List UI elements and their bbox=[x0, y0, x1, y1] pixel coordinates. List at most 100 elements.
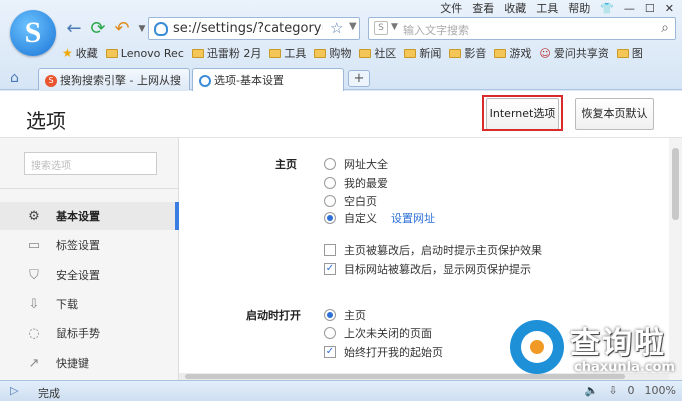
startup-option-last-session[interactable]: 上次未关闭的页面 bbox=[324, 325, 432, 341]
fav-folder-item[interactable]: 游戏 bbox=[494, 45, 531, 61]
radio-button[interactable] bbox=[324, 177, 336, 189]
homepage-tamper-check[interactable]: 主页被篡改后，启动时提示主页保护效果 bbox=[324, 242, 542, 258]
speaker-icon[interactable]: 🔈 bbox=[585, 384, 599, 397]
watermark-url: chaxunla.com bbox=[574, 360, 675, 375]
homepage-option-custom[interactable]: 自定义 设置网址 bbox=[324, 210, 435, 226]
fav-folder-item[interactable]: 新闻 bbox=[404, 45, 441, 61]
address-input[interactable]: se://settings/?category=gen bbox=[173, 21, 323, 36]
fav-folder-item[interactable]: 工具 bbox=[269, 45, 306, 61]
fav-folder-item[interactable]: 迅雷粉 2月 bbox=[191, 45, 261, 61]
check-label: 目标网站被篡改后，显示网页保护提示 bbox=[344, 263, 531, 276]
fav-folder-item[interactable]: 社区 bbox=[359, 45, 396, 61]
site-tamper-check[interactable]: ✓ 目标网站被篡改后，显示网页保护提示 bbox=[324, 261, 531, 277]
startup-option-homepage[interactable]: 主页 bbox=[324, 307, 366, 323]
checkbox[interactable] bbox=[324, 244, 336, 256]
chaxunla-watermark: 查询啦 chaxunla.com bbox=[510, 318, 680, 380]
sidebar-item-label: 鼠标手势 bbox=[56, 327, 100, 340]
address-dropdown-icon[interactable]: ▼ bbox=[349, 21, 357, 32]
sidebar-toggle-icon[interactable]: ▷ bbox=[10, 384, 18, 397]
status-right: 🔈 ⇩ 0 100% bbox=[585, 384, 676, 397]
highlight-box bbox=[482, 95, 563, 131]
fav-label: 图 bbox=[631, 47, 643, 60]
star-icon: ★ bbox=[62, 46, 73, 60]
option-label: 我的最爱 bbox=[344, 177, 388, 190]
sidebar-item-basic[interactable]: ⚙ 基本设置 bbox=[0, 202, 179, 230]
search-input[interactable]: 输入文字搜索 bbox=[403, 22, 469, 38]
sidebar-item-tabs[interactable]: ▭ 标签设置 bbox=[0, 231, 179, 259]
sidebar-item-mouse-gestures[interactable]: ◌ 鼠标手势 bbox=[0, 319, 179, 347]
bookmark-star-icon[interactable]: ☆ bbox=[330, 19, 343, 37]
radio-button[interactable] bbox=[324, 158, 336, 170]
fav-folder-item[interactable]: 图 bbox=[616, 45, 643, 61]
option-label: 上次未关闭的页面 bbox=[344, 327, 432, 340]
menu-view[interactable]: 查看 bbox=[472, 0, 494, 16]
checkbox[interactable]: ✓ bbox=[324, 263, 336, 275]
option-label: 主页 bbox=[344, 309, 366, 322]
shirt-icon[interactable]: 👕 bbox=[600, 2, 614, 15]
favorites-star-item[interactable]: ★ 收藏 bbox=[62, 45, 98, 61]
status-bar: ▷ 完成 🔈 ⇩ 0 100% bbox=[0, 380, 682, 401]
set-url-link[interactable]: 设置网址 bbox=[391, 210, 435, 226]
fav-label: 新闻 bbox=[419, 47, 442, 60]
startup-section-label: 启动时打开 bbox=[246, 309, 301, 322]
mouse-icon: ◌ bbox=[28, 325, 40, 341]
sogou-logo[interactable]: S bbox=[10, 10, 56, 56]
folder-icon bbox=[314, 48, 327, 58]
checkbox[interactable]: ✓ bbox=[324, 346, 336, 358]
menu-file[interactable]: 文件 bbox=[440, 0, 462, 16]
sidebar-item-download[interactable]: ⇩ 下载 bbox=[0, 290, 179, 318]
option-label: 空白页 bbox=[344, 195, 377, 208]
status-text: 完成 bbox=[38, 387, 60, 400]
menu-tools[interactable]: 工具 bbox=[536, 0, 558, 16]
search-engine-icon[interactable]: S bbox=[374, 21, 388, 35]
search-icon[interactable]: ⌕ bbox=[661, 20, 669, 36]
fav-folder-item[interactable]: 购物 bbox=[314, 45, 351, 61]
homepage-option-nav[interactable]: 网址大全 bbox=[324, 156, 388, 172]
restore-defaults-button[interactable]: 恢复本页默认 bbox=[575, 98, 654, 130]
folder-icon bbox=[191, 48, 204, 58]
refresh-icon[interactable]: ⟳ bbox=[88, 19, 108, 39]
minimize-button[interactable]: — bbox=[624, 2, 635, 15]
sidebar-item-label: 安全设置 bbox=[56, 269, 100, 282]
home-icon[interactable]: ⌂ bbox=[10, 70, 19, 86]
fav-label: 工具 bbox=[284, 47, 307, 60]
fav-folder-item[interactable]: Lenovo Rec bbox=[105, 47, 184, 60]
fav-label: 社区 bbox=[374, 47, 397, 60]
download-status-icon[interactable]: ⇩ bbox=[608, 384, 617, 397]
menu-help[interactable]: 帮助 bbox=[568, 0, 590, 16]
undo-icon[interactable]: ↶ bbox=[112, 19, 132, 39]
scroll-thumb[interactable] bbox=[672, 148, 679, 220]
folder-icon bbox=[494, 48, 507, 58]
address-bar[interactable]: se://settings/?category=gen ☆ ▼ bbox=[148, 17, 360, 40]
chaxunla-logo-icon bbox=[510, 320, 564, 374]
tab-strip: ⌂ S 搜狗搜索引擎 - 上网从搜 选项-基本设置 + bbox=[0, 67, 682, 91]
homepage-option-favorites[interactable]: 我的最爱 bbox=[324, 175, 388, 191]
sogou-favicon-icon: S bbox=[45, 75, 57, 87]
new-tab-button[interactable]: + bbox=[348, 70, 370, 87]
sidebar-search-input[interactable]: 搜索选项 bbox=[24, 152, 157, 175]
tab-sogou-search[interactable]: S 搜狗搜索引擎 - 上网从搜 bbox=[38, 68, 190, 90]
sidebar-item-security[interactable]: ⛉ 安全设置 bbox=[0, 261, 179, 289]
tab-icon: ▭ bbox=[27, 237, 41, 253]
maximize-button[interactable]: ☐ bbox=[645, 2, 655, 15]
shield-icon: ⛉ bbox=[29, 267, 39, 283]
close-window-button[interactable]: ✕ bbox=[665, 2, 674, 15]
search-box[interactable]: S ▼ 输入文字搜索 ⌕ bbox=[368, 17, 676, 40]
homepage-option-blank[interactable]: 空白页 bbox=[324, 193, 377, 209]
search-engine-dropdown-icon[interactable]: ▼ bbox=[391, 22, 398, 32]
tab-options-basic[interactable]: 选项-基本设置 bbox=[192, 68, 344, 91]
sidebar-item-shortcuts[interactable]: ↗ 快捷键 bbox=[0, 349, 179, 377]
zoom-level[interactable]: 100% bbox=[645, 384, 676, 397]
download-icon: ⇩ bbox=[28, 296, 40, 312]
radio-button[interactable] bbox=[324, 327, 336, 339]
fav-folder-item[interactable]: 影音 bbox=[449, 45, 486, 61]
radio-button[interactable] bbox=[324, 195, 336, 207]
back-arrow-icon[interactable]: ← bbox=[64, 19, 84, 39]
radio-button[interactable] bbox=[324, 212, 336, 224]
folder-icon bbox=[449, 48, 462, 58]
radio-button[interactable] bbox=[324, 309, 336, 321]
fav-user-item[interactable]: ☺ 爱问共享资 bbox=[539, 45, 608, 61]
menu-favorites[interactable]: 收藏 bbox=[504, 0, 526, 16]
badge-count: 0 bbox=[627, 384, 635, 397]
startup-always-start-page-check[interactable]: ✓ 始终打开我的起始页 bbox=[324, 344, 443, 360]
